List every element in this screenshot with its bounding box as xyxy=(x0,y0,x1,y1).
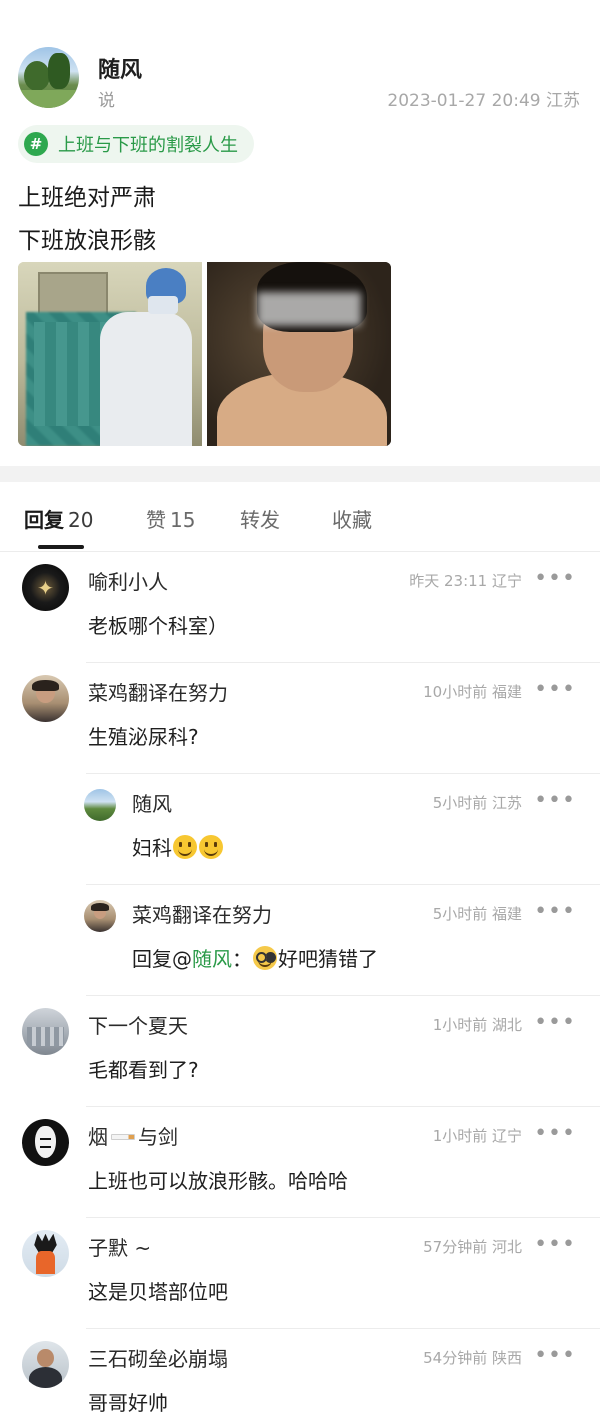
comment-meta: 10小时前 福建 xyxy=(423,683,522,701)
comment-meta: 57分钟前 河北 xyxy=(423,1238,522,1256)
more-icon[interactable]: ••• xyxy=(534,1232,576,1257)
reply-item[interactable]: 随风 5小时前 江苏 ••• 妇科 xyxy=(0,774,600,885)
commenter-name[interactable]: 下一个夏天 xyxy=(88,1010,188,1039)
commenter-name[interactable]: 喻利小人 xyxy=(88,566,168,595)
more-icon[interactable]: ••• xyxy=(534,677,576,702)
landscape-avatar[interactable] xyxy=(84,789,116,821)
building-avatar[interactable] xyxy=(22,1008,69,1055)
post-photo-work[interactable] xyxy=(18,262,202,446)
comment-text: 上班也可以放浪形骸。哈哈哈 xyxy=(88,1169,348,1193)
mention-link[interactable]: 随风 xyxy=(192,947,232,971)
person-avatar[interactable] xyxy=(22,675,69,722)
comment-text: 妇科 xyxy=(132,836,172,860)
anime-avatar[interactable] xyxy=(22,1230,69,1277)
hashtag-icon: # xyxy=(24,132,48,156)
comment-meta: 54分钟前 陕西 xyxy=(423,1349,522,1367)
tab-label: 回复 xyxy=(24,508,64,532)
commenter-name[interactable]: 菜鸡翻译在努力 xyxy=(88,677,228,706)
comment-text-wrap: 回复@随风： 好吧猜错了 xyxy=(132,943,378,972)
comment-meta: 5小时前 福建 xyxy=(432,905,522,923)
comment-meta: 昨天 23:11 辽宁 xyxy=(409,572,522,590)
comment-item[interactable]: 下一个夏天 1小时前 湖北 ••• 毛都看到了? xyxy=(0,996,600,1107)
smile-emoji-icon xyxy=(199,835,223,859)
person-avatar[interactable] xyxy=(84,900,116,932)
comment-meta: 1小时前 湖北 xyxy=(432,1016,522,1034)
more-icon[interactable]: ••• xyxy=(534,1121,576,1146)
comment-text: 哥哥好帅 xyxy=(88,1391,168,1415)
tab-label: 赞 xyxy=(146,508,166,532)
topic-tag[interactable]: # 上班与下班的割裂人生 xyxy=(18,125,254,163)
post-text-line: 上班绝对严肃 xyxy=(18,185,156,211)
commenter-name[interactable]: 菜鸡翻译在努力 xyxy=(132,899,272,928)
section-divider xyxy=(0,466,600,482)
author-avatar[interactable] xyxy=(18,47,79,108)
more-icon[interactable]: ••• xyxy=(534,899,576,924)
post-text-line: 下班放浪形骸 xyxy=(18,228,156,254)
commenter-name: 烟 xyxy=(88,1125,108,1149)
man-avatar[interactable] xyxy=(22,1341,69,1388)
commenter-name[interactable]: 子默 ~ xyxy=(88,1232,151,1261)
more-icon[interactable]: ••• xyxy=(534,1010,576,1035)
comment-item[interactable]: 子默 ~ 57分钟前 河北 ••• 这是贝塔部位吧 xyxy=(0,1218,600,1329)
tab-label: 收藏 xyxy=(332,508,372,532)
commenter-name[interactable]: 三石砌垒必崩塌 xyxy=(88,1343,228,1372)
comment-item[interactable]: 烟 与剑 1小时前 辽宁 ••• 上班也可以放浪形骸。哈哈哈 xyxy=(0,1107,600,1218)
reply-prefix: 回复@ xyxy=(132,947,192,971)
tab-favorite[interactable]: 收藏 xyxy=(332,504,372,533)
comment-item[interactable]: 三石砌垒必崩塌 54分钟前 陕西 ••• 哥哥好帅 xyxy=(0,1329,600,1416)
more-icon[interactable]: ••• xyxy=(534,1343,576,1368)
mask-avatar[interactable] xyxy=(22,1119,69,1166)
topic-label: 上班与下班的割裂人生 xyxy=(58,135,238,156)
post-card: 随风 说 2023-01-27 20:49 江苏 # 上班与下班的割裂人生 上班… xyxy=(0,0,600,466)
more-icon[interactable]: ••• xyxy=(534,566,576,591)
post-type-label: 说 xyxy=(98,91,115,111)
commenter-name[interactable]: 随风 xyxy=(132,788,172,817)
comment-text: 老板哪个科室） xyxy=(88,614,228,638)
comment-item[interactable]: 喻利小人 昨天 23:11 辽宁 ••• 老板哪个科室） xyxy=(0,552,600,663)
nerd-emoji-icon xyxy=(253,946,277,970)
interaction-tabs: 回复 20 赞 15 转发 收藏 xyxy=(0,482,600,552)
reply-colon: ： xyxy=(232,947,252,971)
post-timestamp-location: 2023-01-27 20:49 江苏 xyxy=(387,91,580,111)
author-name[interactable]: 随风 xyxy=(98,52,142,84)
smile-emoji-icon xyxy=(173,835,197,859)
dark-sparkle-avatar[interactable] xyxy=(22,564,69,611)
comment-text: 生殖泌尿科? xyxy=(88,725,199,749)
commenter-name-wrap[interactable]: 烟 与剑 xyxy=(88,1121,178,1150)
comment-text: 这是贝塔部位吧 xyxy=(88,1280,228,1304)
comment-item[interactable]: 菜鸡翻译在努力 10小时前 福建 ••• 生殖泌尿科? xyxy=(0,663,600,774)
tab-replies[interactable]: 回复 20 xyxy=(24,504,93,533)
comment-meta: 1小时前 辽宁 xyxy=(432,1127,522,1145)
comment-meta: 5小时前 江苏 xyxy=(432,794,522,812)
tab-likes[interactable]: 赞 15 xyxy=(146,504,195,533)
tab-count: 20 xyxy=(68,508,94,532)
tab-count: 15 xyxy=(170,508,196,532)
post-photo-offwork[interactable] xyxy=(207,262,391,446)
commenter-name-suffix: 与剑 xyxy=(138,1125,178,1149)
comment-text: 好吧猜错了 xyxy=(278,947,378,971)
reply-item[interactable]: 菜鸡翻译在努力 5小时前 福建 ••• 回复@随风： 好吧猜错了 xyxy=(0,885,600,996)
active-tab-indicator xyxy=(38,545,84,549)
comment-text: 毛都看到了? xyxy=(88,1058,199,1082)
tab-forward[interactable]: 转发 xyxy=(240,504,280,533)
more-icon[interactable]: ••• xyxy=(534,788,576,813)
comment-text-wrap: 妇科 xyxy=(132,832,224,861)
tab-label: 转发 xyxy=(240,508,280,532)
cigarette-emoji-icon xyxy=(111,1134,135,1140)
